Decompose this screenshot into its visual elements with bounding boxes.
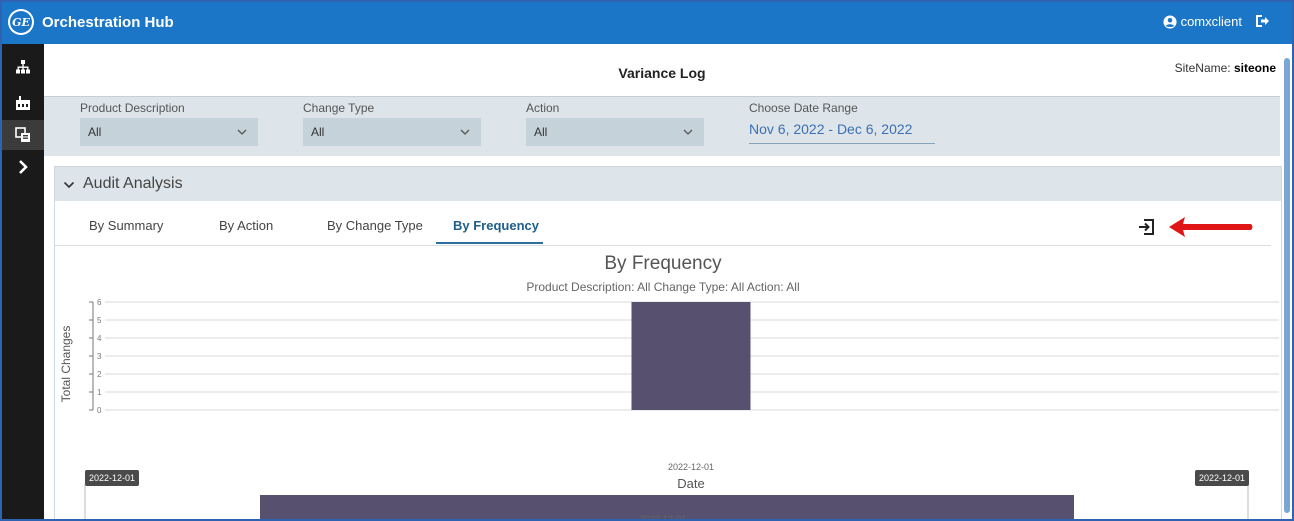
filter-action-label: Action	[526, 101, 560, 115]
ge-logo[interactable]: GE	[8, 9, 34, 35]
change-type-select-value: All	[311, 125, 325, 139]
product-select-value: All	[88, 125, 102, 139]
site-name: SiteName: siteone	[1175, 61, 1276, 75]
filter-product: Product Description All	[80, 101, 258, 146]
panel-header[interactable]: Audit Analysis	[55, 167, 1281, 201]
main-content: Variance Log SiteName: siteone Product D…	[44, 44, 1282, 521]
red-arrow-annotation	[1169, 217, 1253, 237]
navigator-start-handle[interactable]: 2022-12-01	[85, 470, 139, 486]
filter-bar: Product Description All Change Type All	[44, 97, 1280, 156]
sitemap-icon	[16, 60, 30, 74]
filter-change-type: Change Type All	[303, 101, 481, 146]
y-tick-label: 3	[97, 352, 102, 361]
vertical-scrollbar[interactable]	[1282, 52, 1292, 519]
y-tick-label: 4	[97, 334, 102, 343]
y-tick-label: 6	[97, 298, 102, 307]
chart-bars	[631, 302, 751, 410]
y-tick-label: 2	[97, 370, 102, 379]
y-tick-label: 5	[97, 316, 102, 325]
app-window: GE Orchestration Hub comxclient Variance…	[0, 0, 1294, 521]
chart-subtitle: Product Description: All Change Type: Al…	[526, 280, 800, 294]
product-select[interactable]: All	[80, 118, 258, 146]
user-circle-icon	[1163, 14, 1177, 29]
tab-by-frequency[interactable]: By Frequency	[453, 218, 539, 233]
clone-icon	[15, 127, 30, 142]
page-header: Variance Log SiteName: siteone	[44, 44, 1280, 97]
y-axis-ticks: 0 1 2 3 4 5 6	[89, 298, 102, 415]
date-range-input[interactable]: Nov 6, 2022 - Dec 6, 2022	[749, 121, 935, 144]
chevron-right-icon	[19, 160, 28, 174]
action-select[interactable]: All	[526, 118, 704, 146]
active-tab-indicator	[436, 242, 543, 244]
user-name: comxclient	[1180, 14, 1242, 29]
user-menu[interactable]: comxclient	[1163, 14, 1242, 29]
filter-date-label: Choose Date Range	[749, 101, 858, 115]
navigator-start-label: 2022-12-01	[89, 473, 135, 483]
scrollbar-thumb[interactable]	[1284, 58, 1290, 513]
y-tick-label: 1	[97, 388, 102, 397]
chart-title: By Frequency	[604, 253, 722, 274]
factory-icon	[16, 96, 30, 110]
tab-by-change-type[interactable]: By Change Type	[327, 218, 423, 233]
panel-title: Audit Analysis	[83, 175, 183, 192]
bar-2022-12-01[interactable]	[631, 302, 751, 410]
tab-by-action[interactable]: By Action	[219, 218, 273, 233]
nav-clone[interactable]	[2, 120, 44, 150]
tab-bar: By Summary By Action By Change Type By F…	[55, 201, 1271, 246]
x-axis-label: Date	[677, 476, 704, 491]
nav-factory[interactable]	[2, 88, 44, 118]
navigator-end-handle[interactable]: 2022-12-01	[1195, 470, 1249, 486]
page-title: Variance Log	[618, 65, 706, 81]
ge-logo-mark: GE	[10, 11, 32, 33]
tab-by-summary[interactable]: By Summary	[89, 218, 163, 233]
filter-product-label: Product Description	[80, 101, 185, 115]
filter-date: Choose Date Range Nov 6, 2022 - Dec 6, 2…	[749, 101, 935, 144]
nav-sitemap[interactable]	[2, 52, 44, 82]
chevron-down-icon	[683, 129, 693, 135]
x-tick-label: 2022-12-01	[668, 462, 714, 472]
y-tick-label: 0	[97, 406, 102, 415]
filter-action: Action All	[526, 101, 704, 146]
site-name-value: siteone	[1233, 61, 1276, 75]
export-icon[interactable]	[1137, 217, 1157, 237]
logout-icon[interactable]	[1254, 13, 1270, 29]
change-type-select[interactable]: All	[303, 118, 481, 146]
navigator-end-label: 2022-12-01	[1199, 473, 1245, 483]
audit-analysis-panel: Audit Analysis By Summary By Action By C…	[54, 166, 1282, 521]
navigator-axis-label: 2022-12-01	[639, 514, 687, 521]
y-axis-label: Total Changes	[59, 326, 73, 403]
site-name-label: SiteName:	[1174, 61, 1231, 75]
top-bar: GE Orchestration Hub comxclient	[2, 2, 1292, 44]
app-title: Orchestration Hub	[42, 14, 174, 31]
nav-expand[interactable]	[2, 152, 44, 182]
frequency-chart: 0 1 2 3 4 5 6 Total Changes 2022-12-01 Date 20…	[59, 298, 1279, 519]
action-select-value: All	[534, 125, 548, 139]
filter-change-type-label: Change Type	[303, 101, 375, 115]
chevron-down-icon[interactable]	[63, 179, 75, 191]
chevron-down-icon	[460, 129, 470, 135]
chevron-down-icon	[237, 129, 247, 135]
side-nav	[2, 44, 44, 519]
